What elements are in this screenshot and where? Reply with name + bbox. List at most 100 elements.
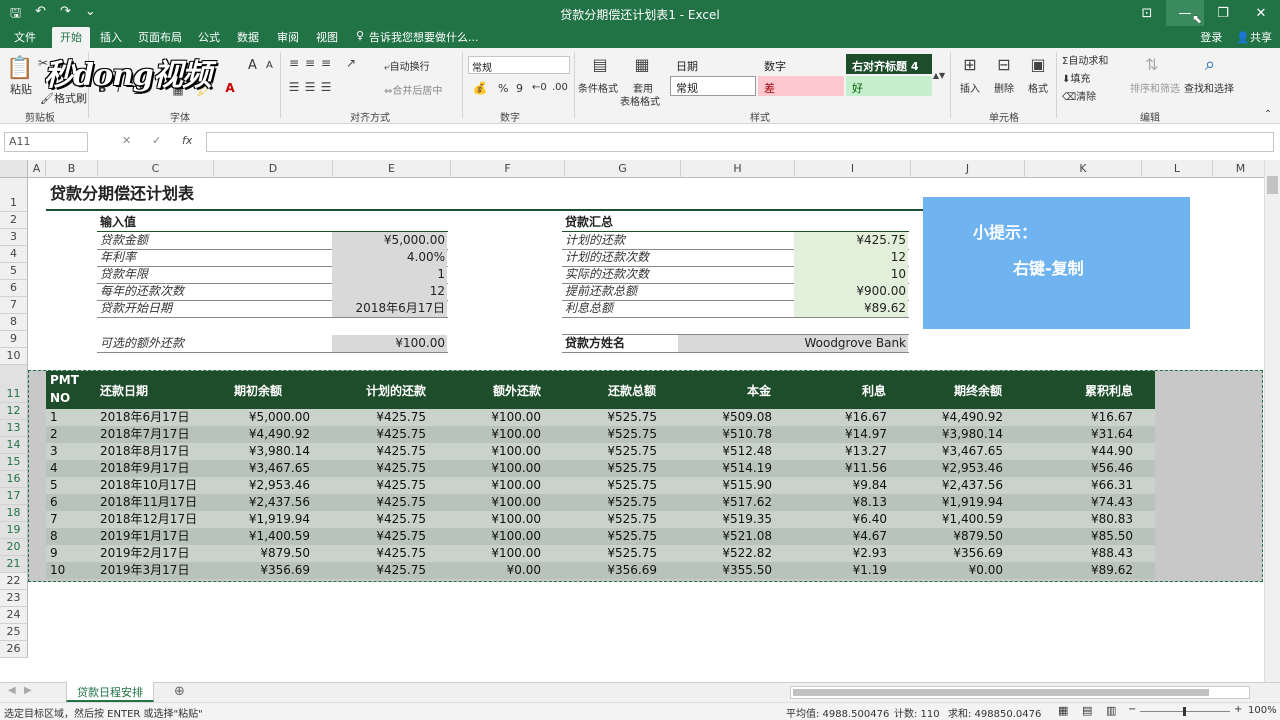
input-value[interactable]: 2018年6月17日 — [332, 300, 447, 317]
row-header[interactable]: 7 — [0, 297, 28, 314]
select-all-corner[interactable] — [0, 160, 28, 178]
confirm-icon[interactable]: ✓ — [152, 134, 161, 147]
align-right-icon[interactable]: ☰ — [318, 80, 334, 94]
cancel-icon[interactable]: ✕ — [122, 134, 131, 147]
zoom-in-icon[interactable]: + — [1234, 704, 1242, 715]
column-header[interactable]: K — [1025, 160, 1142, 178]
row-header[interactable]: 19 — [0, 522, 28, 539]
paste-icon[interactable]: 📋 — [6, 54, 34, 82]
format-cells-icon[interactable]: ▣ — [1026, 52, 1050, 76]
column-header[interactable]: F — [451, 160, 565, 178]
tab-insert[interactable]: 插入 — [100, 29, 122, 45]
style-normal[interactable]: 常规 — [670, 76, 756, 96]
name-box[interactable]: A11 — [4, 132, 88, 152]
row-header[interactable]: 4 — [0, 246, 28, 263]
row-header[interactable]: 8 — [0, 314, 28, 331]
row-header[interactable]: 17 — [0, 488, 28, 505]
row-header[interactable]: 16 — [0, 471, 28, 488]
login-link[interactable]: 登录 — [1200, 29, 1222, 45]
add-sheet-button[interactable]: ⊕ — [174, 684, 185, 699]
sort-filter-icon[interactable]: ⇅ — [1140, 52, 1164, 76]
find-icon[interactable]: ⌕ — [1198, 52, 1222, 76]
tell-me-icon[interactable]: ♀ — [356, 29, 364, 42]
tab-home[interactable]: 开始 — [52, 27, 90, 48]
font-color-icon[interactable]: A — [222, 80, 238, 96]
zoom-out-icon[interactable]: − — [1128, 704, 1136, 715]
column-header[interactable]: J — [911, 160, 1025, 178]
collapse-ribbon-icon[interactable]: ⌃ — [1262, 108, 1274, 120]
row-header[interactable]: 15 — [0, 454, 28, 471]
row-header[interactable]: 1 — [0, 178, 28, 212]
autosum-button[interactable]: Σ自动求和 — [1062, 52, 1108, 67]
prev-sheet-icon[interactable]: ◀ — [8, 685, 16, 696]
row-header[interactable]: 9 — [0, 331, 28, 348]
row-header[interactable]: 14 — [0, 437, 28, 454]
merge-center-button[interactable]: ⇔合并后居中 — [384, 82, 442, 97]
table-format-button-line2[interactable]: 表格格式 — [620, 93, 660, 108]
align-center-icon[interactable]: ☰ — [302, 80, 318, 94]
insert-function-icon[interactable]: fx — [182, 134, 192, 147]
sort-filter-button[interactable]: 排序和筛选 — [1130, 80, 1180, 95]
input-value[interactable]: 4.00% — [332, 249, 447, 266]
column-header[interactable]: A — [28, 160, 46, 178]
insert-cells-button[interactable]: 插入 — [960, 80, 980, 95]
orientation-icon[interactable]: ↗ — [342, 56, 360, 70]
row-header[interactable]: 20 — [0, 539, 28, 556]
lender-value[interactable]: Woodgrove Bank — [678, 335, 908, 352]
zoom-slider[interactable] — [1140, 707, 1230, 716]
column-header[interactable]: H — [681, 160, 795, 178]
extra-payment-value[interactable]: ¥100.00 — [332, 335, 447, 352]
input-value[interactable]: 1 — [332, 266, 447, 283]
column-header[interactable]: C — [98, 160, 214, 178]
formula-input[interactable] — [206, 132, 1274, 152]
tab-review[interactable]: 审阅 — [277, 29, 299, 45]
insert-cells-icon[interactable]: ⊞ — [958, 52, 982, 76]
row-header[interactable]: 12 — [0, 403, 28, 420]
align-top-icon[interactable]: ≡ — [286, 56, 302, 70]
tab-view[interactable]: 视图 — [316, 29, 338, 45]
row-header[interactable]: 10 — [0, 348, 28, 365]
row-header[interactable]: 22 — [0, 573, 28, 590]
align-middle-icon[interactable]: ≡ — [302, 56, 318, 70]
delete-cells-button[interactable]: 删除 — [994, 80, 1014, 95]
increase-decimal-icon[interactable]: ←0 — [532, 82, 547, 93]
tab-file[interactable]: 文件 — [14, 29, 36, 45]
row-header[interactable]: 13 — [0, 420, 28, 437]
row-header[interactable]: 3 — [0, 229, 28, 246]
row-header[interactable]: 18 — [0, 505, 28, 522]
column-header[interactable]: L — [1142, 160, 1213, 178]
row-header[interactable]: 24 — [0, 607, 28, 624]
row-header[interactable]: 23 — [0, 590, 28, 607]
column-header[interactable]: D — [214, 160, 333, 178]
input-value[interactable]: 12 — [332, 283, 447, 300]
style-good[interactable]: 好 — [846, 76, 932, 96]
tell-me-search[interactable]: 告诉我您想要做什么... — [369, 29, 479, 45]
tab-data[interactable]: 数据 — [237, 29, 259, 45]
delete-cells-icon[interactable]: ⊟ — [992, 52, 1016, 76]
row-header[interactable]: 11 — [0, 365, 28, 403]
scroll-thumb[interactable] — [1267, 176, 1278, 194]
conditional-format-button[interactable]: 条件格式 — [578, 80, 618, 95]
format-cells-button[interactable]: 格式 — [1028, 80, 1048, 95]
decrease-decimal-icon[interactable]: .00 — [552, 82, 568, 93]
h-scroll-thumb[interactable] — [793, 689, 1209, 696]
style-heading[interactable]: 右对齐标题 4 — [846, 54, 932, 74]
tab-page-layout[interactable]: 页面布局 — [138, 29, 182, 45]
style-bad[interactable]: 差 — [758, 76, 844, 96]
row-header[interactable]: 26 — [0, 641, 28, 658]
column-header[interactable]: B — [46, 160, 98, 178]
row-header[interactable]: 25 — [0, 624, 28, 641]
decrease-font-button[interactable]: A — [266, 60, 273, 71]
zoom-level[interactable]: 100% — [1248, 705, 1277, 716]
increase-font-button[interactable]: A — [248, 58, 257, 73]
clear-button[interactable]: ⌫清除 — [1062, 88, 1096, 103]
row-header[interactable]: 6 — [0, 280, 28, 297]
restore-button[interactable]: ❐ — [1204, 0, 1242, 26]
conditional-format-icon[interactable]: ▤ — [588, 52, 612, 76]
percent-button[interactable]: % — [498, 82, 508, 95]
align-bottom-icon[interactable]: ≡ — [318, 56, 334, 70]
column-header[interactable]: E — [333, 160, 451, 178]
normal-view-icon[interactable]: ▦ — [1058, 704, 1068, 717]
fill-button[interactable]: ⬇填充 — [1062, 70, 1090, 85]
align-left-icon[interactable]: ☰ — [286, 80, 302, 94]
